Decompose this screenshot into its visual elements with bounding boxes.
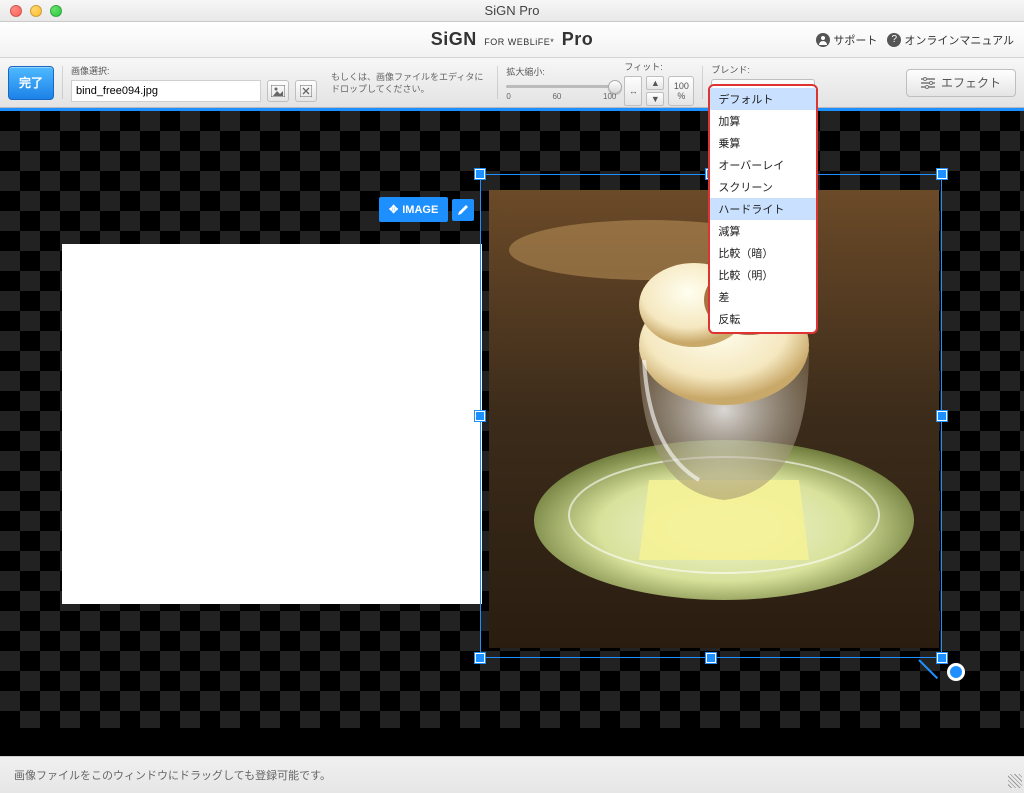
resize-grip-icon[interactable] — [1008, 774, 1022, 788]
fit-down-button[interactable]: ▼ — [646, 92, 664, 106]
blend-option[interactable]: 差 — [710, 286, 816, 308]
blend-option[interactable]: 反転 — [710, 308, 816, 330]
brand-bar: SiGN FOR WEBLiFE* Pro サポート ? オンラインマニュアル — [0, 22, 1024, 58]
blend-label: ブレンド: — [711, 63, 815, 76]
blend-option[interactable]: デフォルト — [710, 88, 816, 110]
blend-option[interactable]: 比較（明） — [710, 264, 816, 286]
support-link[interactable]: サポート — [816, 32, 877, 48]
resize-handle-s[interactable] — [706, 653, 716, 663]
zoom-slider[interactable]: 0 60 100 — [506, 81, 616, 101]
app-brand: SiGN FOR WEBLiFE* Pro — [431, 29, 594, 50]
blend-option[interactable]: オーバーレイ — [710, 154, 816, 176]
titlebar: SiGN Pro — [0, 0, 1024, 22]
resize-handle-sw[interactable] — [475, 653, 485, 663]
done-button[interactable]: 完了 — [8, 66, 54, 100]
effect-label: エフェクト — [941, 74, 1001, 91]
fit-label: フィット: — [624, 60, 694, 73]
zoom-mid: 60 — [552, 92, 561, 101]
resize-handle-w[interactable] — [475, 411, 485, 421]
toolbar: 完了 画像選択: bind_free094.jpg もしくは、画像ファイルをエデ… — [0, 58, 1024, 108]
blend-option[interactable]: 減算 — [710, 220, 816, 242]
resize-handle-se[interactable] — [937, 653, 947, 663]
image-edit-button[interactable] — [452, 199, 474, 221]
brand-name: SiGN — [431, 29, 477, 49]
canvas-white-layer[interactable] — [62, 244, 482, 604]
help-icon: ? — [887, 33, 901, 47]
resize-handle-e[interactable] — [937, 411, 947, 421]
pct-num: 100 — [674, 81, 689, 91]
user-icon — [816, 33, 830, 47]
window-title: SiGN Pro — [0, 3, 1024, 18]
drop-hint-2: ドロップしてください。 — [331, 83, 483, 95]
slider-knob[interactable] — [608, 80, 622, 94]
move-icon: ✥ — [389, 203, 398, 216]
image-tag: ✥ IMAGE — [379, 197, 474, 222]
support-label: サポート — [833, 32, 877, 48]
effect-button[interactable]: エフェクト — [906, 69, 1016, 97]
sliders-icon — [921, 77, 935, 89]
rotate-handle[interactable] — [947, 663, 965, 681]
resize-handle-nw[interactable] — [475, 169, 485, 179]
image-file-input[interactable]: bind_free094.jpg — [71, 80, 261, 102]
close-window-icon[interactable] — [10, 5, 22, 17]
zoom-min: 0 — [506, 92, 510, 101]
blend-option[interactable]: 加算 — [710, 110, 816, 132]
browse-image-button[interactable] — [267, 80, 289, 102]
zoom-100-button[interactable]: 100 % — [668, 76, 694, 106]
blend-option[interactable]: ハードライト — [710, 198, 816, 220]
image-select-label: 画像選択: — [71, 64, 317, 77]
minimize-window-icon[interactable] — [30, 5, 42, 17]
manual-label: オンラインマニュアル — [904, 32, 1014, 48]
fit-up-button[interactable]: ▲ — [646, 76, 664, 90]
blend-option[interactable]: 比較（暗） — [710, 242, 816, 264]
brand-edition: Pro — [562, 29, 594, 49]
footer: 画像ファイルをこのウィンドウにドラッグしても登録可能です。 — [0, 756, 1024, 793]
fit-horizontal-button[interactable]: ↔ — [624, 76, 642, 106]
clear-image-button[interactable] — [295, 80, 317, 102]
zoom-label: 拡大縮小: — [506, 65, 616, 78]
image-move-handle[interactable]: ✥ IMAGE — [379, 197, 448, 222]
blend-dropdown-menu: デフォルト加算乗算オーバーレイスクリーンハードライト減算比較（暗）比較（明）差反… — [708, 84, 818, 334]
pct-sym: % — [677, 91, 685, 101]
footer-message: 画像ファイルをこのウィンドウにドラッグしても登録可能です。 — [14, 767, 1010, 783]
canvas-area[interactable]: ✥ IMAGE — [0, 108, 1024, 756]
brand-sub: FOR WEBLiFE* — [484, 37, 554, 47]
image-tag-label: IMAGE — [402, 204, 438, 216]
manual-link[interactable]: ? オンラインマニュアル — [887, 32, 1014, 48]
resize-handle-ne[interactable] — [937, 169, 947, 179]
blend-option[interactable]: スクリーン — [710, 176, 816, 198]
drop-hint-1: もしくは、画像ファイルをエディタに — [331, 71, 483, 83]
zoom-window-icon[interactable] — [50, 5, 62, 17]
window-controls — [0, 5, 62, 17]
blend-option[interactable]: 乗算 — [710, 132, 816, 154]
